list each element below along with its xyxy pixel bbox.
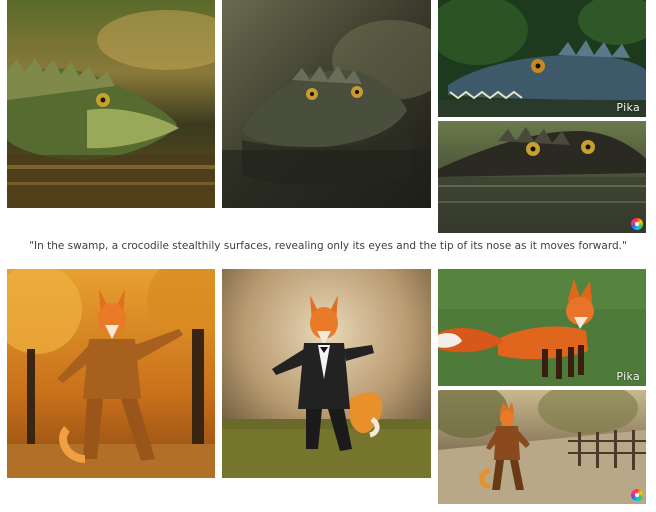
colorful-logo-icon <box>631 218 643 230</box>
crocodile-center-image <box>222 0 431 208</box>
crocodile-left-image <box>7 0 215 208</box>
fox-center-image <box>222 269 431 478</box>
fox-top-right-image: Pika <box>438 269 646 386</box>
fox-left-image <box>7 269 215 478</box>
crocodile-top-right-image: Pika <box>438 0 646 117</box>
pika-watermark: Pika <box>616 101 640 114</box>
prompt-caption: "In the swamp, a crocodile stealthily su… <box>29 240 627 252</box>
colorful-logo-icon <box>631 489 643 501</box>
fox-bottom-right-image <box>438 390 646 504</box>
crocodile-bottom-right-image <box>438 121 646 233</box>
pika-watermark: Pika <box>616 370 640 383</box>
